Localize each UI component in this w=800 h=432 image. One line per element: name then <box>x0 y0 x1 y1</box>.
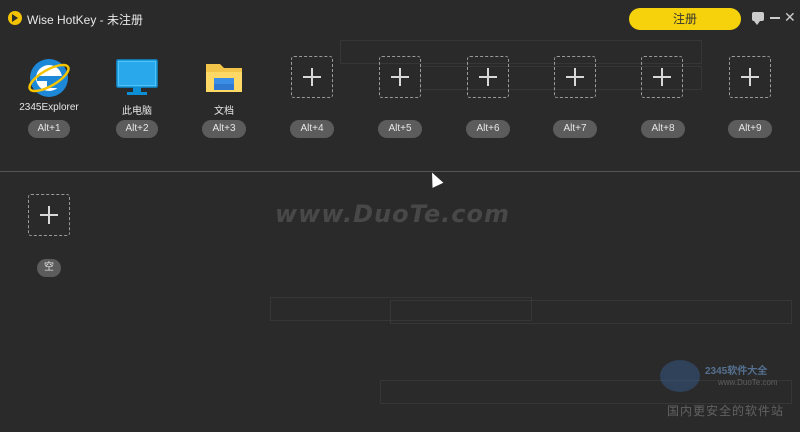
add-icon[interactable] <box>28 194 70 236</box>
add-icon[interactable] <box>729 56 771 98</box>
footer-brand: 2345软件大全 <box>705 366 768 377</box>
folder-icon <box>202 56 246 100</box>
close-icon[interactable]: ✕ <box>784 10 796 24</box>
hotkey-pill[interactable]: Alt+4 <box>290 120 334 138</box>
add-icon[interactable] <box>641 56 683 98</box>
add-icon[interactable] <box>379 56 421 98</box>
watermark-text: www.DuoTe.com <box>275 200 510 228</box>
footer-slogan: 国内更安全的软件站 <box>667 404 785 418</box>
hotkey-slot-6[interactable] <box>453 54 523 98</box>
title-bar: Wise HotKey - 未注册 注册 ✕ <box>0 0 800 36</box>
hotkey-pill[interactable]: Alt+6 <box>466 120 510 138</box>
hotkey-slot-1[interactable]: 2345Explorer <box>14 56 84 116</box>
hotkey-pill[interactable]: 空 <box>37 259 61 277</box>
hotkey-slot-3[interactable]: 文档 <box>189 56 259 117</box>
hotkey-slot-2[interactable]: 此电脑 <box>102 56 172 117</box>
hotkey-pill[interactable]: Alt+8 <box>641 120 685 138</box>
hotkey-slot-7[interactable] <box>540 54 610 98</box>
slot-app-name: 此电脑 <box>122 106 152 117</box>
minimize-icon[interactable] <box>770 17 780 19</box>
app-logo-icon <box>8 11 22 25</box>
hotkey-slot-5[interactable] <box>365 54 435 98</box>
ie-browser-icon <box>27 56 71 100</box>
register-button[interactable]: 注册 <box>629 8 741 30</box>
hotkey-slot-9[interactable] <box>715 54 785 98</box>
hotkey-slot-8[interactable] <box>627 54 697 98</box>
hotkey-pill[interactable]: Alt+7 <box>553 120 597 138</box>
hotkey-pill[interactable]: Alt+5 <box>378 120 422 138</box>
add-icon[interactable] <box>291 56 333 98</box>
hotkey-slot-extra[interactable] <box>14 192 84 236</box>
slot-app-name: 2345Explorer <box>19 102 79 113</box>
mascot-icon <box>660 360 700 392</box>
hotkey-pill[interactable]: Alt+2 <box>116 120 158 138</box>
hotkey-slot-4[interactable] <box>277 54 347 98</box>
hotkey-pill[interactable]: Alt+1 <box>28 120 70 138</box>
background-field <box>390 300 792 324</box>
add-icon[interactable] <box>467 56 509 98</box>
hotkey-pill[interactable]: Alt+3 <box>202 120 246 138</box>
window-title: Wise HotKey - 未注册 <box>27 13 144 27</box>
monitor-icon <box>115 56 159 100</box>
hotkey-pill[interactable]: Alt+9 <box>728 120 772 138</box>
section-divider <box>0 171 800 172</box>
feedback-icon[interactable] <box>752 12 764 25</box>
mouse-cursor-icon <box>426 170 444 188</box>
slot-app-name: 文档 <box>214 106 234 117</box>
add-icon[interactable] <box>554 56 596 98</box>
footer-url: www.DuoTe.com <box>718 378 778 387</box>
